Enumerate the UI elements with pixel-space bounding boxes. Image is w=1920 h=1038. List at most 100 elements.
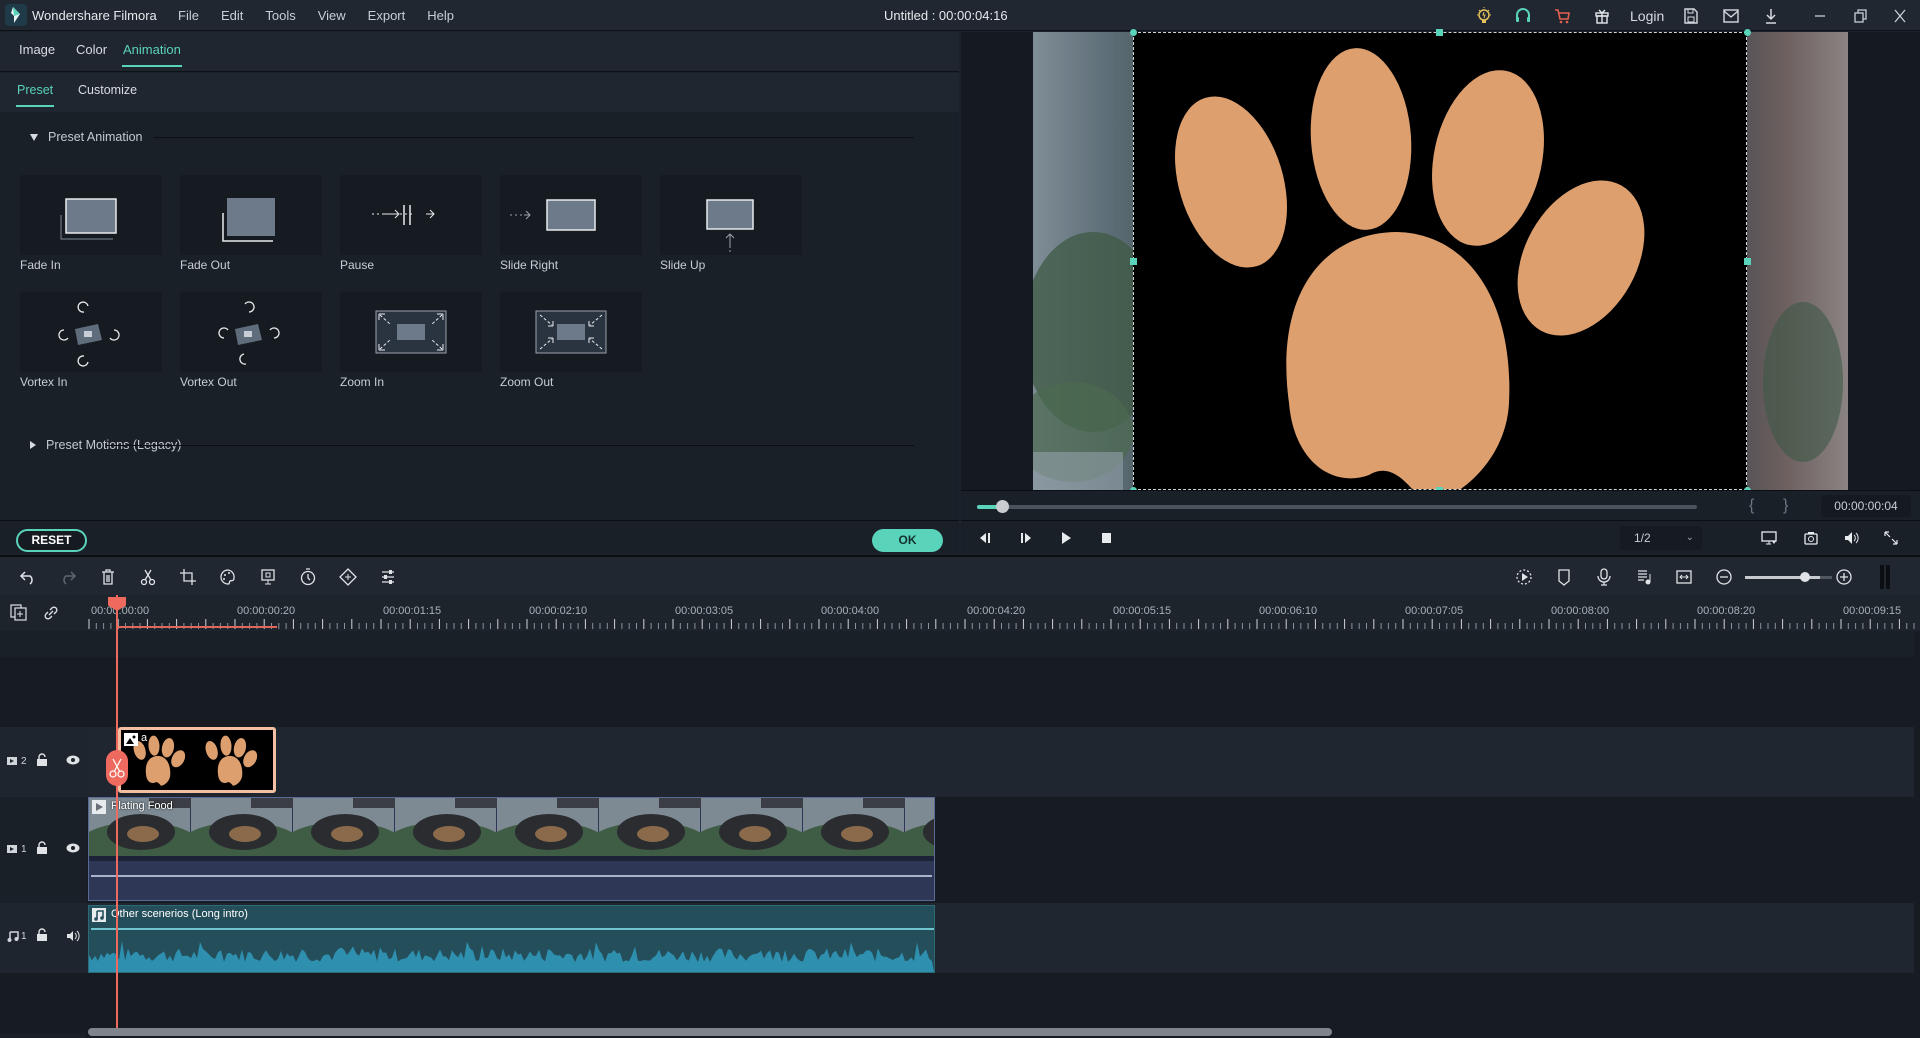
green-screen-icon[interactable] [259,568,277,586]
tips-bulb-icon[interactable] [1474,6,1494,26]
link-icon[interactable] [42,604,60,622]
cut-scissors-icon[interactable] [139,568,157,586]
track-row-video-1[interactable]: 1 Plating Food [0,797,1914,903]
mark-out-button[interactable]: } [1783,497,1788,515]
color-palette-icon[interactable] [219,568,237,586]
track-row-video-2[interactable]: 2 a [0,727,1914,797]
snapshot-camera-icon[interactable] [1803,530,1819,546]
eye-visibility-icon[interactable] [66,843,80,853]
restore-icon[interactable] [1850,6,1870,26]
preview-quality-dropdown[interactable]: 1/2 ⌄ [1620,526,1702,550]
undo-icon[interactable] [19,568,37,586]
menu-file[interactable]: File [178,8,199,23]
preset-vortex-in[interactable] [20,292,162,372]
mark-in-button[interactable]: { [1749,497,1754,515]
tab-animation[interactable]: Animation [122,42,182,67]
lock-icon[interactable] [36,928,48,942]
display-settings-icon[interactable] [1761,530,1777,546]
preview-progress-knob[interactable] [996,500,1010,513]
tab-image[interactable]: Image [19,42,55,57]
zoom-out-timeline-icon[interactable] [1715,568,1733,586]
preset-slide-right[interactable] [500,175,642,255]
resize-handle[interactable] [1744,29,1751,36]
mail-icon[interactable] [1721,6,1741,26]
resize-handle[interactable] [1436,29,1443,36]
preset-fade-out[interactable] [180,175,322,255]
filmora-logo-icon [5,4,27,26]
video-clip[interactable]: Plating Food [88,797,935,901]
eye-visibility-icon[interactable] [66,755,80,765]
resize-handle[interactable] [1130,258,1137,265]
previous-frame-icon[interactable] [977,530,993,546]
speaker-icon[interactable] [66,930,80,942]
stop-icon[interactable] [1099,530,1115,546]
preview-progress-slider[interactable] [977,500,1697,513]
resize-handle[interactable] [1744,258,1751,265]
save-icon[interactable] [1681,6,1701,26]
minimize-icon[interactable] [1810,6,1830,26]
adjust-settings-icon[interactable] [379,568,397,586]
close-icon[interactable] [1890,6,1910,26]
timeline-zoom-knob[interactable] [1800,572,1810,582]
work-area-range[interactable] [117,626,277,628]
delete-icon[interactable] [99,568,117,586]
login-link[interactable]: Login [1630,8,1664,24]
next-frame-icon[interactable] [1018,530,1034,546]
support-headset-icon[interactable] [1513,6,1533,26]
play-icon[interactable] [1058,530,1074,546]
empty-track-row[interactable] [0,973,1914,1033]
fullscreen-icon[interactable] [1883,530,1899,546]
menu-export[interactable]: Export [368,8,406,23]
panel-collapse-handle[interactable] [1878,565,1892,589]
image-clip-label: a [141,732,148,744]
cart-icon[interactable] [1552,6,1572,26]
volume-line[interactable] [91,875,932,877]
preset-fade-in[interactable] [20,175,162,255]
crop-icon[interactable] [179,568,197,586]
keyframe-diamond-icon[interactable] [339,568,357,586]
fit-timeline-icon[interactable] [1675,568,1693,586]
split-scissors-button[interactable] [106,750,128,786]
ok-button[interactable]: OK [872,529,943,552]
subtab-preset[interactable]: Preset [15,83,55,107]
video-track-icon [7,843,21,855]
timeline-horizontal-scrollbar[interactable] [88,1028,1332,1036]
gift-icon[interactable] [1592,6,1612,26]
lock-icon[interactable] [36,753,48,767]
subtab-customize[interactable]: Customize [78,83,137,97]
download-icon[interactable] [1761,6,1781,26]
image-overlay-selection[interactable] [1133,32,1747,490]
render-preview-icon[interactable] [1515,568,1533,586]
menu-edit[interactable]: Edit [221,8,243,23]
volume-icon[interactable] [1843,530,1859,546]
preset-zoom-out[interactable] [500,292,642,372]
preview-viewer[interactable] [961,29,1920,494]
empty-track-row[interactable] [0,657,1914,727]
preset-slide-up[interactable] [660,175,802,255]
preset-vortex-out[interactable] [180,292,322,372]
preset-zoom-in[interactable] [340,292,482,372]
menu-tools[interactable]: Tools [265,8,295,23]
zoom-in-timeline-icon[interactable] [1835,568,1853,586]
timeline-ruler[interactable]: 00:00:00:00 00:00:00:20 00:00:01:15 00:00:0… [0,595,1920,631]
add-track-icon[interactable] [10,604,28,622]
track-header-video-1: 1 [0,797,87,903]
playhead-line[interactable] [116,595,118,1035]
resize-handle[interactable] [1130,29,1137,36]
tab-color[interactable]: Color [76,42,107,57]
voiceover-mic-icon[interactable] [1595,568,1613,586]
lock-icon[interactable] [36,841,48,855]
speed-timer-icon[interactable] [299,568,317,586]
image-clip[interactable]: a [118,727,276,793]
menu-help[interactable]: Help [427,8,454,23]
audio-mixer-icon[interactable] [1635,568,1653,586]
preset-pause[interactable] [340,175,482,255]
redo-icon[interactable] [59,568,77,586]
section-preset-animation-toggle[interactable]: Preset Animation [30,130,143,144]
audio-clip[interactable]: Other scenerios (Long intro) [88,905,935,973]
reset-button[interactable]: RESET [16,529,87,552]
audio-volume-line[interactable] [91,928,934,930]
menu-view[interactable]: View [318,8,346,23]
marker-icon[interactable] [1555,568,1573,586]
track-row-audio-1[interactable]: 1 Other scenerios (Long intro) [0,903,1914,973]
